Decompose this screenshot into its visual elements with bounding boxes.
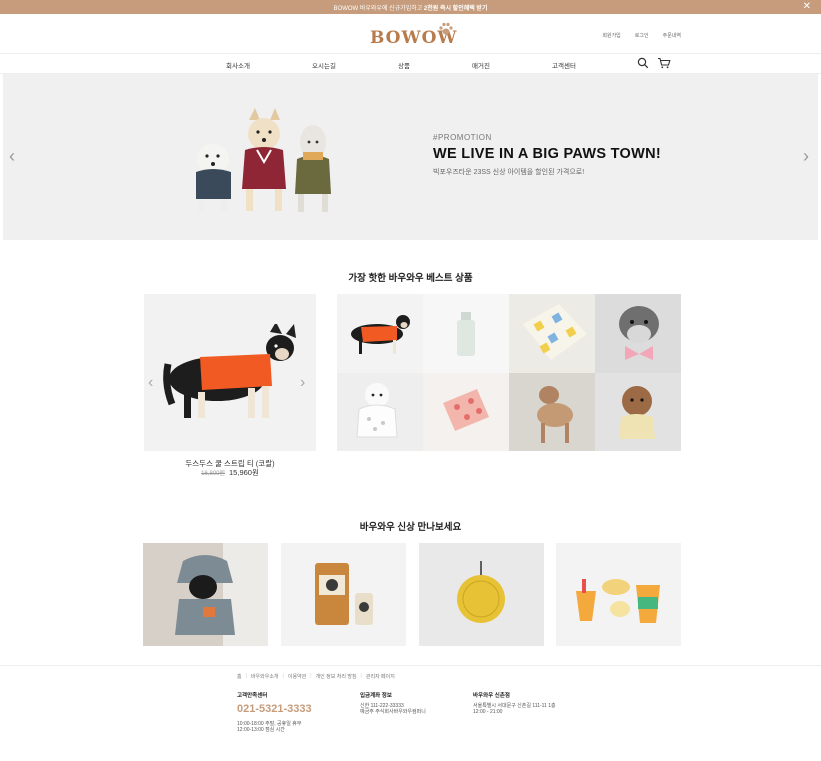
hero-banner[interactable]: ‹ #PROMOTION WE LIVE IN A BIG PAWS TOWN!… <box>3 74 818 240</box>
nav-item-products[interactable]: 상품 <box>398 60 410 70</box>
toy-set-image <box>576 579 660 623</box>
chihuahua-orange-shirt <box>163 324 296 418</box>
paw-icon <box>439 22 453 35</box>
promo-bar[interactable]: BOWOW 바우와우에 신규가입하고 2천원 즉시 할인혜택 받기 ✕ <box>0 0 821 14</box>
logo[interactable]: BOWOW <box>370 20 460 50</box>
signup-link[interactable]: 회원가입 <box>602 32 620 39</box>
nav-item-magazine[interactable]: 매거진 <box>472 60 490 70</box>
spray-bottle-thumb <box>457 312 475 356</box>
footer-link-admin[interactable]: 관리자 페이지 <box>366 673 395 680</box>
poop-bag-image <box>315 563 373 625</box>
new-section-title: 바우와우 신상 만나보세요 <box>359 522 462 533</box>
footer-divider: | <box>360 673 362 679</box>
grid-item-brown-dog[interactable] <box>509 372 595 451</box>
grid-item-poodle[interactable] <box>595 372 681 451</box>
nav-item-support[interactable]: 고객센터 <box>552 60 576 70</box>
close-icon[interactable]: ✕ <box>803 1 811 13</box>
site-footer: 홈 | 바우와우소개 | 이용약관 | 개인 정보 처리 방침 | 관리자 페이… <box>0 665 821 761</box>
new-item-yellow-tag[interactable] <box>419 543 544 646</box>
footer-link-terms[interactable]: 이용약관 <box>288 673 306 680</box>
footer-bank: 입금계좌 정보 신한 111-222-33333 예금주 주식회사바우와우컴퍼니 <box>360 693 426 716</box>
bichon-thumb <box>356 382 398 437</box>
nav-item-company[interactable]: 회사소개 <box>226 60 250 70</box>
grid-item-pink-toy[interactable] <box>423 372 509 451</box>
sale-price: 15,960원 <box>229 468 259 477</box>
footer-link-about[interactable]: 바우와우소개 <box>251 673 279 680</box>
new-item-poop-bag[interactable] <box>281 543 406 646</box>
best-next-arrow[interactable]: › <box>300 374 305 392</box>
poodle-thumb <box>619 385 655 439</box>
best-product-grid <box>337 294 681 451</box>
store-hours: 12:00 - 21:00 <box>473 709 503 715</box>
pink-toy-thumb <box>443 388 489 431</box>
grid-item-chihuahua[interactable] <box>337 294 423 373</box>
hero-next-arrow[interactable]: › <box>803 146 809 167</box>
grid-item-schnauzer[interactable] <box>595 294 681 373</box>
hero-dogs-image <box>196 108 331 212</box>
pattern-shirt-thumb <box>523 304 587 360</box>
footer-link-privacy[interactable]: 개인 정보 처리 방침 <box>316 673 357 680</box>
store-heading: 바우와우 신촌점 <box>473 693 510 699</box>
footer-divider: | <box>282 673 284 679</box>
grid-item-pattern-shirt[interactable] <box>509 294 595 373</box>
nav-item-location[interactable]: 오시는길 <box>312 60 336 70</box>
main-nav: 회사소개 오시는길 상품 매거진 고객센터 <box>0 54 821 74</box>
order-history-link[interactable]: 주문내역 <box>663 32 681 39</box>
yellow-tag-image <box>457 561 505 623</box>
best-product-image[interactable]: ‹ › <box>144 294 316 451</box>
hero-prev-arrow[interactable]: ‹ <box>9 146 15 167</box>
footer-cs: 고객만족센터 021-5321-3333 10:00-18:00 주말, 공휴일… <box>237 693 312 734</box>
util-links: 회원가입 로그인 주문내역 <box>602 32 681 39</box>
search-icon[interactable] <box>637 57 649 69</box>
hero-title: WE LIVE IN A BIG PAWS TOWN! <box>433 146 662 162</box>
cart-icon[interactable] <box>657 57 671 69</box>
footer-store: 바우와우 신촌점 서울특별시 서대문구 신촌길 111-11 1층 12:00 … <box>473 693 556 716</box>
bank-holder: 예금주 주식회사바우와우컴퍼니 <box>360 709 426 715</box>
hero-subtitle: 빅포우즈타운 23SS 신상 아이템을 할인된 가격으로! <box>433 169 585 176</box>
footer-divider: | <box>310 673 312 679</box>
login-link[interactable]: 로그인 <box>635 32 649 39</box>
best-section-title: 가장 핫한 바우와우 베스트 상품 <box>348 273 473 284</box>
cs-heading: 고객만족센터 <box>237 693 268 699</box>
new-item-hoodie-dog[interactable] <box>143 543 268 646</box>
site-header: BOWOW 회원가입 로그인 주문내역 <box>0 14 821 54</box>
footer-link-home[interactable]: 홈 <box>237 673 242 680</box>
footer-divider: | <box>245 673 247 679</box>
new-item-toy-set[interactable] <box>556 543 681 646</box>
best-prev-arrow[interactable]: ‹ <box>148 374 153 392</box>
promo-text: BOWOW 바우와우에 신규가입하고 2천원 즉시 할인혜택 받기 <box>333 5 488 12</box>
grid-item-bichon[interactable] <box>337 372 423 451</box>
hero-tag: #PROMOTION <box>433 133 492 142</box>
chihuahua-thumb <box>351 315 410 354</box>
cs-phone[interactable]: 021-5321-3333 <box>237 703 312 716</box>
bank-heading: 입금계좌 정보 <box>360 693 392 699</box>
cs-lunch: 12:00-13:00 점심 시간 <box>237 727 285 733</box>
footer-links: 홈 | 바우와우소개 | 이용약관 | 개인 정보 처리 방침 | 관리자 페이… <box>237 673 395 680</box>
original-price: 16,800원 <box>201 471 226 477</box>
best-product-price: 16,800원 15,960원 <box>144 467 316 478</box>
brown-dog-thumb <box>537 385 573 443</box>
hoodie-dog-image <box>143 543 268 646</box>
schnauzer-thumb <box>619 306 659 360</box>
grid-item-spray-bottle[interactable] <box>423 294 509 373</box>
